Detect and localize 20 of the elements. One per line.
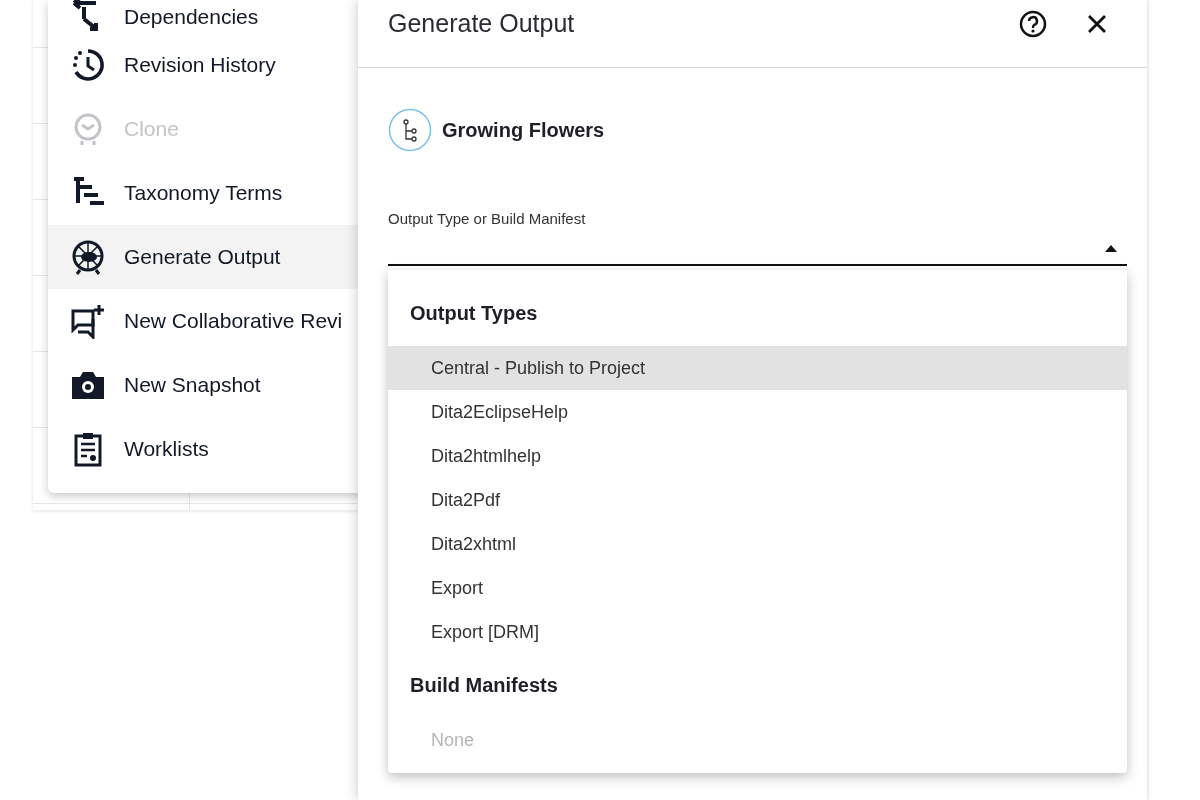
- dropdown-option[interactable]: Dita2Pdf: [388, 478, 1127, 522]
- dropdown-option[interactable]: Dita2xhtml: [388, 522, 1127, 566]
- select-field[interactable]: Output Type or Build Manifest: [388, 208, 1127, 266]
- wheel-icon: [70, 239, 106, 275]
- clock-icon: [70, 47, 106, 83]
- dropdown-option[interactable]: Export: [388, 566, 1127, 610]
- item-name: Growing Flowers: [442, 118, 605, 142]
- group-heading: Output Types: [409, 301, 539, 326]
- dropdown-option[interactable]: Dita2EclipseHelp: [388, 390, 1127, 434]
- caret-icon: [1105, 245, 1117, 252]
- group-heading: Build Manifests: [409, 673, 559, 698]
- dropdown-option: None: [388, 718, 1127, 762]
- chat-plus-icon: [70, 303, 106, 339]
- field-label: Output Type or Build Manifest: [388, 209, 587, 227]
- dropdown-option[interactable]: Central - Publish to Project: [388, 346, 1127, 390]
- dialog-title: Generate Output: [388, 9, 576, 38]
- dropdown-option[interactable]: Dita2htmlhelp: [388, 434, 1127, 478]
- tree-icon: [388, 108, 432, 152]
- help-icon: [1019, 9, 1047, 38]
- dropdown-option[interactable]: Export [DRM]: [388, 610, 1127, 654]
